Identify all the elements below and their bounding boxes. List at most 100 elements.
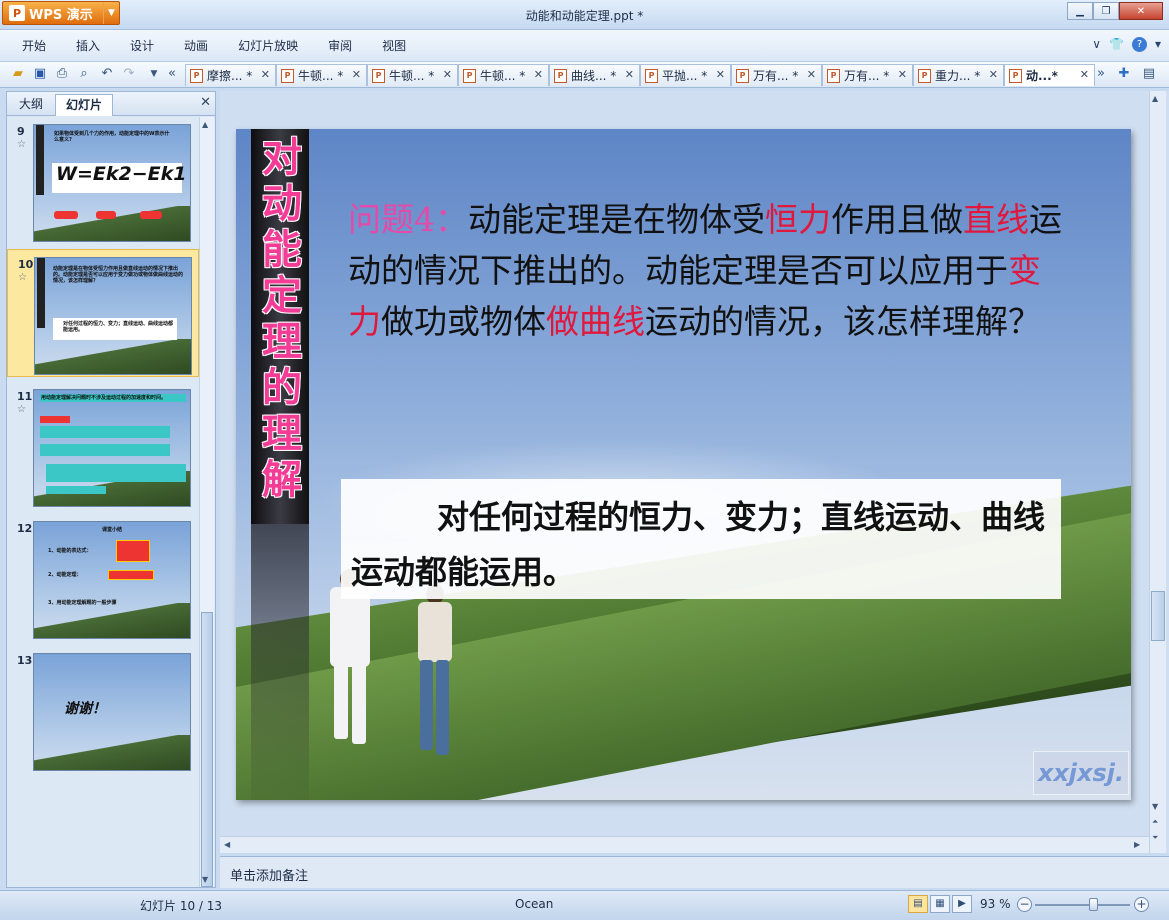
chevron-down-icon: ▼ (103, 2, 119, 24)
doc-tab-active[interactable]: P 动...* ✕ (1004, 64, 1095, 86)
question-text-box[interactable]: 问题4：动能定理是在物体受恒力作用且做直线运动的情况下推出的。动能定理是否可以应… (348, 194, 1068, 347)
slide-thumbnail[interactable]: 课堂小结 1、动能的表达式： 2、动能定理： 3、用动能定理解题的一般步骤 (33, 521, 191, 639)
redo-icon[interactable]: ↷ (121, 66, 137, 82)
doc-tab[interactable]: P 牛顿... * ✕ (276, 64, 367, 86)
slide-thumbnail[interactable]: 谢谢！ (33, 653, 191, 771)
animation-star-icon: ☆ (18, 272, 27, 283)
doc-tab[interactable]: P 曲线... * ✕ (549, 64, 640, 86)
tab-list-icon[interactable]: ▤ (1141, 66, 1157, 82)
tab-outline[interactable]: 大纲 (9, 94, 53, 116)
menu-design[interactable]: 设计 (130, 37, 154, 54)
chevron-down-icon[interactable]: ∨ (1092, 37, 1101, 52)
editor-horizontal-scrollbar[interactable]: ◀ ▶ (220, 836, 1149, 853)
close-tab-icon[interactable]: ✕ (898, 68, 907, 81)
slideshow-view-button[interactable]: ▶ (952, 895, 972, 913)
close-tab-icon[interactable]: ✕ (261, 68, 270, 81)
close-tab-icon[interactable]: ✕ (716, 68, 725, 81)
menu-insert[interactable]: 插入 (76, 37, 100, 54)
doc-tab[interactable]: P 摩擦... * ✕ (185, 64, 276, 86)
doc-tab[interactable]: P 万有... * ✕ (822, 64, 913, 86)
maximize-button[interactable]: ❐ (1093, 2, 1119, 20)
close-tab-icon[interactable]: ✕ (534, 68, 543, 81)
zoom-slider-thumb[interactable] (1089, 898, 1099, 911)
scroll-up-icon[interactable]: ▲ (1152, 94, 1158, 103)
scrollbar-thumb[interactable] (201, 612, 213, 887)
doc-tab[interactable]: P 牛顿... * ✕ (458, 64, 549, 86)
print-preview-icon[interactable]: ⌕ (76, 66, 92, 82)
menu-start[interactable]: 开始 (22, 37, 46, 54)
menu-view[interactable]: 视图 (382, 37, 406, 54)
thumb-item: 1、动能的表达式： (48, 548, 92, 554)
slide-thumbnail-row-selected[interactable]: 10 ☆ 动能定理是在物体受恒力作用且做直线运动的情况下推出的。动能定理是否可以… (7, 249, 199, 377)
undo-icon[interactable]: ↶ (99, 66, 115, 82)
minimize-button[interactable]: ▁ (1067, 2, 1093, 20)
slide-number: 11 (17, 390, 33, 403)
slide-thumbnail-row[interactable]: 9 ☆ 如果物体受到几个力的作用，动能定理中的W表示什么意义? W=Ek2−Ek… (7, 117, 199, 245)
close-tab-icon[interactable]: ✕ (807, 68, 816, 81)
doc-tab[interactable]: P 重力... * ✕ (913, 64, 1004, 86)
document-title: 动能和动能定理.ppt * (525, 9, 644, 23)
slide-thumbnail-row[interactable]: 12 课堂小结 1、动能的表达式： 2、动能定理： 3、用动能定理解题的一般步骤 (7, 514, 199, 642)
scroll-left-icon[interactable]: ◀ (224, 840, 230, 849)
scroll-up-icon[interactable]: ▲ (202, 120, 208, 129)
print-icon[interactable]: ⎙ (54, 66, 70, 82)
scroll-down-icon[interactable]: ▼ (1152, 802, 1158, 811)
theme-name: Ocean (515, 897, 554, 911)
close-button[interactable]: ✕ (1119, 2, 1163, 20)
slide-vertical-title[interactable]: 对动能定理的理解 (259, 135, 305, 503)
save-icon[interactable]: ▣ (32, 66, 48, 82)
help-icon[interactable]: ? (1131, 37, 1147, 52)
ppt-file-icon: P (918, 68, 931, 83)
current-slide[interactable]: 对动能定理的理解 问题4：动能定理是在物体受恒力作用且做直线运动的情况下推出的。… (236, 129, 1131, 800)
zoom-slider[interactable] (1035, 904, 1130, 906)
close-pane-icon[interactable]: ✕ (200, 95, 211, 110)
next-slide-icon[interactable]: ⏷ (1152, 833, 1158, 843)
menu-slideshow[interactable]: 幻灯片放映 (238, 37, 298, 54)
open-folder-icon[interactable]: ▰ (10, 66, 26, 82)
slide-thumbnail[interactable]: 如果物体受到几个力的作用，动能定理中的W表示什么意义? W=Ek2−Ek1 (33, 124, 191, 242)
tabs-scroll-left-icon[interactable]: « (164, 66, 180, 82)
normal-view-button[interactable]: ▤ (908, 895, 928, 913)
slide-thumbnail[interactable]: 动能定理是在物体受恒力作用且做直线运动的情况下推出的。动能定理是否可以应用于变力… (34, 257, 192, 375)
close-tab-icon[interactable]: ✕ (443, 68, 452, 81)
previous-slide-icon[interactable]: ⏶ (1152, 817, 1158, 827)
chevron-down-icon[interactable]: ▾ (1155, 37, 1161, 52)
notes-placeholder[interactable]: 单击添加备注 (230, 865, 308, 884)
slide-thumbnail-row[interactable]: 11 ☆ 用动能定理解决问题时不涉及运动过程的加速度和时间。 (7, 382, 199, 510)
slide-sorter-view-button[interactable]: ▦ (930, 895, 950, 913)
slide-thumbnail-row[interactable]: 13 谢谢！ (7, 646, 199, 774)
pane-scrollbar[interactable]: ▲ ▼ (199, 117, 214, 887)
customize-toolbar-icon[interactable]: ▼ (146, 66, 162, 82)
close-tab-icon[interactable]: ✕ (989, 68, 998, 81)
doc-tab[interactable]: P 牛顿... * ✕ (367, 64, 458, 86)
answer-text-box[interactable]: 对任何过程的恒力、变力；直线运动、曲线运动都能运用。 (341, 479, 1061, 599)
scroll-down-icon[interactable]: ▼ (202, 875, 208, 884)
quick-toolbar: ▰ ▣ ⎙ ⌕ ↶ ↷ ▼ « P 摩擦... * ✕ P 牛顿... * ✕ P 牛顿.… (0, 62, 1169, 88)
slides-pane: 大纲 幻灯片 ✕ 9 ☆ 如果物体受到几个力的作用，动能定理中的W表示什么意义?… (6, 91, 216, 888)
notes-pane[interactable]: 单击添加备注 (220, 856, 1169, 888)
app-name: WPS 演示 (29, 7, 93, 23)
doc-tab[interactable]: P 万有... * ✕ (731, 64, 822, 86)
skin-icon[interactable]: 👕 (1109, 37, 1124, 52)
tabs-scroll-right-icon[interactable]: » (1093, 66, 1109, 82)
menu-review[interactable]: 审阅 (328, 37, 352, 54)
close-tab-icon[interactable]: ✕ (352, 68, 361, 81)
menu-animation[interactable]: 动画 (184, 37, 208, 54)
editor-vertical-scrollbar[interactable]: ▲ ▼ ⏶ ⏷ (1149, 91, 1166, 853)
zoom-in-button[interactable]: + (1134, 897, 1149, 912)
scroll-right-icon[interactable]: ▶ (1134, 840, 1140, 849)
menu-right-controls: ∨ 👕 ? ▾ (1092, 37, 1161, 52)
zoom-out-button[interactable]: − (1017, 897, 1032, 912)
slide-number: 9 (17, 125, 25, 138)
scrollbar-thumb[interactable] (1151, 591, 1165, 641)
new-tab-icon[interactable]: ✚ (1116, 66, 1132, 82)
keyword: 直线 (963, 200, 1029, 239)
slide-thumbnail[interactable]: 用动能定理解决问题时不涉及运动过程的加速度和时间。 (33, 389, 191, 507)
tab-slides[interactable]: 幻灯片 (55, 94, 114, 116)
doc-tab[interactable]: P 平抛... * ✕ (640, 64, 731, 86)
close-tab-icon[interactable]: ✕ (625, 68, 634, 81)
wps-app-menu-button[interactable]: P WPS 演示 ▼ (2, 1, 120, 25)
thumb-title: 用动能定理解决问题时不涉及运动过程的加速度和时间。 (40, 394, 186, 402)
close-tab-icon[interactable]: ✕ (1080, 68, 1089, 81)
menu-bar: 开始 插入 设计 动画 幻灯片放映 审阅 视图 ∨ 👕 ? ▾ (0, 30, 1169, 62)
